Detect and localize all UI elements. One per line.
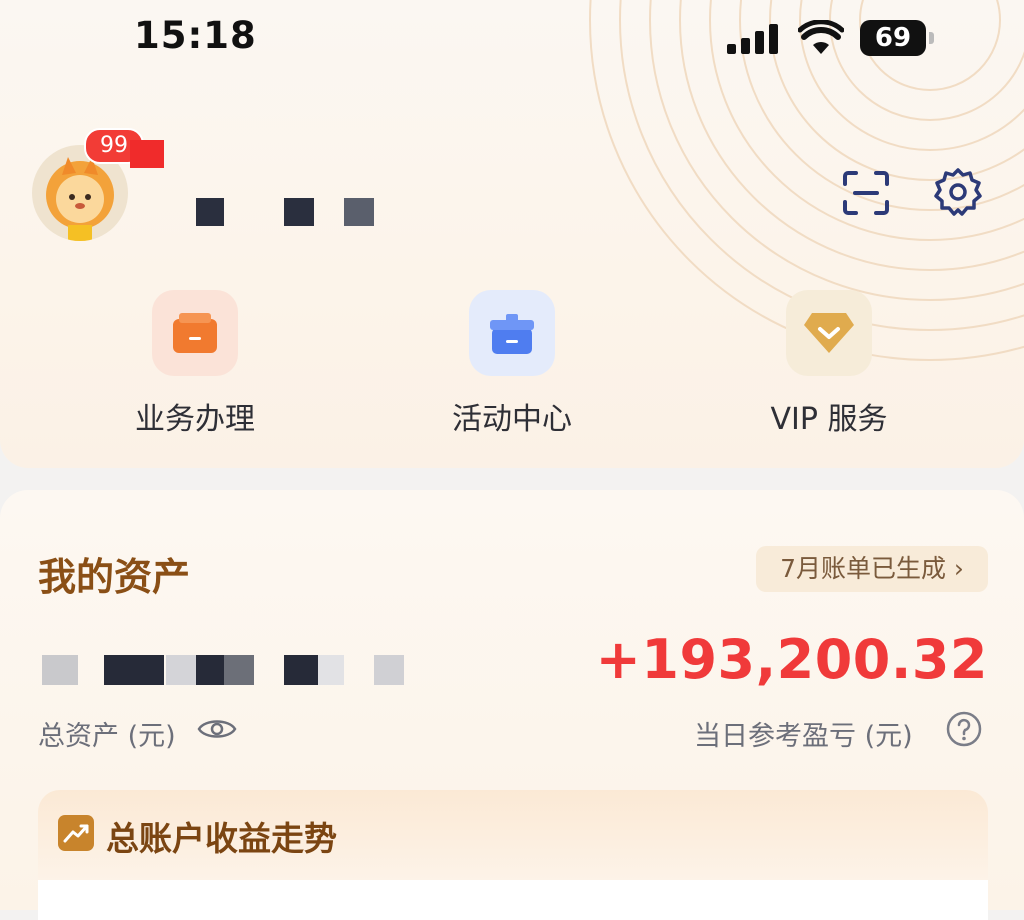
battery-indicator: 69	[860, 20, 936, 56]
bill-generated-link[interactable]: 7月账单已生成 ›	[756, 546, 988, 592]
quick-action-vip[interactable]: VIP 服务	[729, 290, 929, 438]
redacted-total-assets	[166, 655, 196, 685]
trend-chart-icon	[58, 815, 94, 851]
gear-icon[interactable]	[932, 166, 984, 218]
quick-action-label: 业务办理	[135, 402, 255, 437]
quick-action-label: VIP 服务	[770, 402, 888, 437]
status-bar: 15:18 69	[0, 0, 1024, 80]
redacted-total-assets	[284, 655, 318, 685]
briefcase-icon	[152, 290, 238, 376]
total-assets-label: 总资产 (元)	[38, 721, 176, 752]
redacted-username	[344, 198, 374, 226]
help-icon[interactable]	[946, 711, 982, 747]
trend-chart-area	[38, 880, 988, 920]
redacted-total-assets	[42, 655, 78, 685]
quick-action-label: 活动中心	[452, 402, 572, 437]
battery-level: 69	[860, 20, 926, 56]
cellular-signal-icon	[727, 24, 778, 54]
quick-action-activity[interactable]: 活动中心	[412, 290, 612, 438]
redacted-total-assets	[104, 655, 164, 685]
trend-title: 总账户收益走势	[106, 819, 337, 858]
scan-icon[interactable]	[842, 170, 890, 216]
diamond-icon	[786, 290, 872, 376]
daily-pnl-value: +193,200.32	[595, 628, 988, 691]
quick-action-business[interactable]: 业务办理	[95, 290, 295, 438]
wifi-icon	[798, 20, 844, 54]
eye-icon[interactable]	[197, 714, 237, 744]
daily-pnl-label: 当日参考盈亏 (元)	[694, 721, 913, 752]
battery-cap	[929, 32, 934, 44]
assets-title: 我的资产	[38, 555, 191, 599]
gift-box-icon	[469, 290, 555, 376]
redacted-total-assets	[224, 655, 254, 685]
redacted-username	[284, 198, 314, 226]
redacted-username	[196, 198, 224, 226]
redacted-total-assets	[196, 655, 224, 685]
redacted-badge-area	[130, 140, 164, 168]
redacted-total-assets	[318, 655, 344, 685]
status-time: 15:18	[134, 14, 257, 57]
redacted-total-assets	[374, 655, 404, 685]
